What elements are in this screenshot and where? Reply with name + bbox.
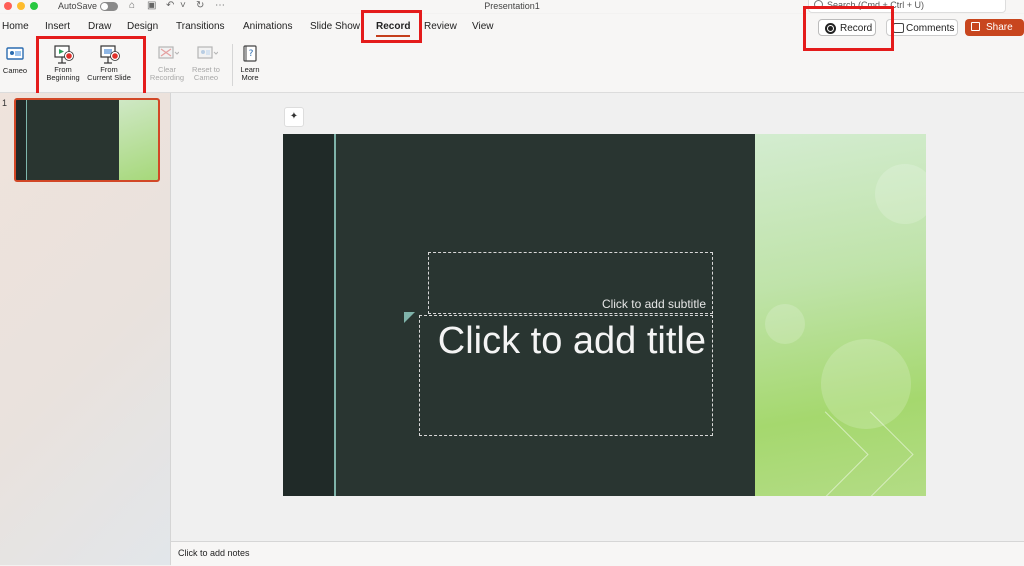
subtitle-placeholder[interactable]: Click to add subtitle	[428, 252, 713, 314]
camera-icon	[5, 45, 25, 65]
thumbnail-accent-line	[26, 100, 27, 180]
clear-recording-button[interactable]: Clear Recording	[148, 44, 186, 82]
tab-slide-show[interactable]: Slide Show	[310, 21, 360, 32]
cameo-label: Cameo	[2, 66, 28, 75]
highlight-record-tab	[361, 10, 422, 43]
share-icon	[971, 22, 980, 31]
tab-transitions[interactable]: Transitions	[176, 21, 225, 32]
tab-view[interactable]: View	[472, 21, 494, 32]
slide-thumbnails-pane: 1	[0, 93, 171, 565]
tab-draw[interactable]: Draw	[88, 21, 111, 32]
tab-review[interactable]: Review	[424, 21, 457, 32]
slide-dark-bar	[283, 134, 334, 496]
highlight-record-button	[803, 6, 894, 51]
chevron-decoration	[827, 411, 914, 496]
slide-thumbnail[interactable]	[14, 98, 160, 182]
clear-recording-label-2: Recording	[149, 73, 185, 82]
designer-icon[interactable]: ✦	[284, 107, 304, 127]
tab-insert[interactable]: Insert	[45, 21, 70, 32]
thumbnail-green-panel	[119, 100, 158, 180]
title-placeholder-text: Click to add title	[437, 320, 706, 362]
comment-icon	[893, 23, 904, 33]
reset-to-cameo-icon	[196, 44, 219, 64]
share-button[interactable]: Share	[965, 19, 1024, 36]
tab-animations[interactable]: Animations	[243, 21, 292, 32]
ribbon-separator	[232, 44, 233, 86]
notes-pane[interactable]: Click to add notes	[171, 541, 1024, 566]
learn-more-button[interactable]: ? Learn More	[236, 44, 264, 82]
comments-button-label: Comments	[906, 23, 955, 34]
slide-triangle-accent	[404, 312, 415, 323]
bokeh-circle	[875, 164, 926, 224]
slide-accent-line	[334, 134, 336, 496]
share-button-label: Share	[986, 22, 1013, 33]
learn-more-label-2: More	[241, 73, 259, 82]
svg-text:?: ?	[249, 49, 254, 59]
thumbnail-dark-bar	[16, 100, 26, 180]
reset-to-cameo-label-2: Cameo	[193, 73, 219, 82]
thumbnail-number: 1	[2, 98, 8, 108]
bokeh-circle	[765, 304, 805, 344]
notes-placeholder: Click to add notes	[178, 548, 250, 558]
reset-to-cameo-button[interactable]: Reset to Cameo	[187, 44, 225, 82]
clear-recording-icon	[157, 44, 180, 64]
title-placeholder[interactable]: Click to add title	[419, 315, 713, 436]
tab-home[interactable]: Home	[2, 21, 29, 32]
comments-button[interactable]: Comments	[886, 19, 958, 36]
slide-green-panel	[755, 134, 926, 496]
slide-canvas[interactable]: Click to add subtitle Click to add title	[283, 134, 926, 496]
highlight-record-buttons	[36, 36, 146, 99]
cameo-button[interactable]: Cameo	[0, 45, 30, 75]
subtitle-placeholder-text: Click to add subtitle	[601, 297, 706, 311]
book-help-icon: ?	[240, 44, 260, 64]
tab-design[interactable]: Design	[127, 21, 158, 32]
